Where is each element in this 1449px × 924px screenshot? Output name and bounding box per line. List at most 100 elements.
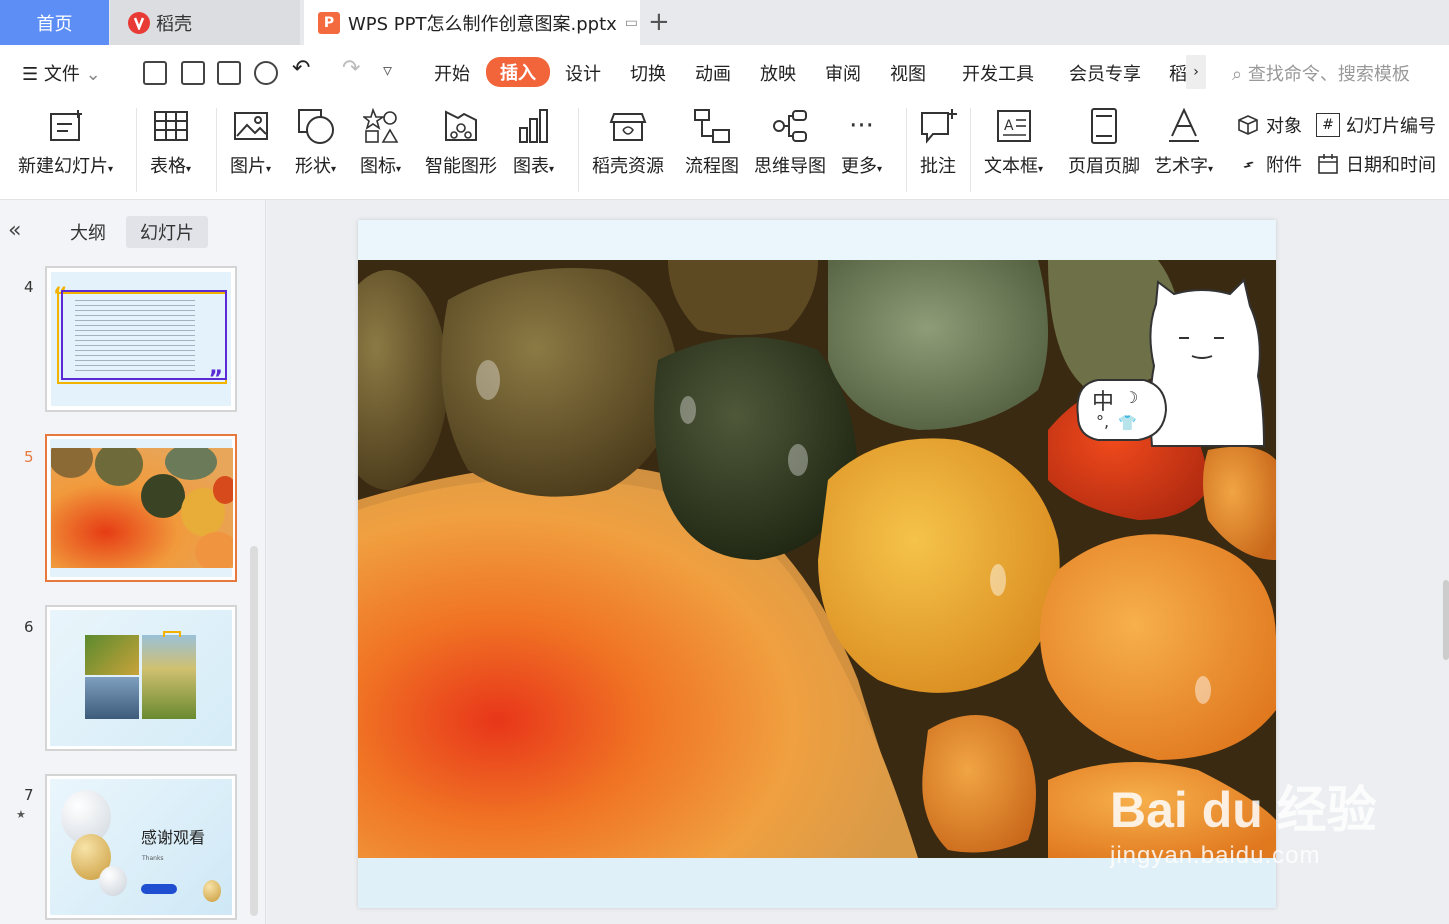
- new-slide-icon: [46, 106, 86, 146]
- picture-button[interactable]: 图片▾: [230, 106, 271, 178]
- slide-thumbnail-7[interactable]: 感谢观看 Thanks: [45, 774, 237, 920]
- slide-7-subtitle: Thanks: [142, 855, 164, 862]
- file-menu-label: 文件: [43, 64, 80, 85]
- ppt-file-icon: P: [318, 11, 340, 34]
- tab-home[interactable]: 首页: [0, 0, 109, 45]
- svg-text:A: A: [1004, 118, 1014, 134]
- icons-icon: [361, 106, 401, 146]
- slide-7-balloon-small: [99, 866, 127, 896]
- new-slide-button[interactable]: 新建幻灯片▾: [18, 106, 113, 178]
- slide-7-title: 感谢观看: [141, 828, 206, 847]
- header-footer-button[interactable]: 页眉页脚: [1068, 106, 1140, 178]
- paperclip-icon: ⌁: [1235, 151, 1261, 177]
- smart-graphic-label: 智能图形: [425, 156, 497, 177]
- shape-icon: [296, 106, 336, 146]
- cube-icon: [1236, 113, 1260, 137]
- add-tab-button[interactable]: +: [648, 8, 670, 36]
- tab-document[interactable]: P WPS PPT怎么制作创意图案.pptx ▭: [304, 0, 640, 45]
- date-time-button[interactable]: 日期和时间: [1316, 151, 1436, 177]
- flowchart-icon: [692, 106, 732, 146]
- menu-member[interactable]: 会员专享: [1069, 60, 1141, 86]
- tab-daoke[interactable]: 稻壳: [110, 0, 300, 45]
- table-button[interactable]: 表格▾: [150, 106, 191, 178]
- print-icon[interactable]: [217, 61, 241, 85]
- picture-label: 图片: [230, 156, 266, 177]
- cat-sticker[interactable]: 中 °, ☽ 👕: [1074, 276, 1274, 450]
- wordart-button[interactable]: 艺术字▾: [1154, 106, 1213, 178]
- slide-6-bg: [50, 610, 232, 746]
- icon-button[interactable]: 图标▾: [360, 106, 401, 178]
- textbox-button[interactable]: A 文本框▾: [984, 106, 1043, 178]
- tab-slides[interactable]: 幻灯片: [126, 216, 208, 248]
- table-icon: [151, 106, 191, 146]
- save-icon[interactable]: [143, 61, 167, 85]
- menu-developer[interactable]: 开发工具: [962, 60, 1034, 86]
- menu-slideshow[interactable]: 放映: [760, 60, 796, 86]
- slide-number-label: 幻灯片编号: [1346, 116, 1436, 137]
- smart-graphic-icon: [441, 106, 481, 146]
- canvas-scrollbar[interactable]: [1443, 580, 1449, 660]
- panel-scrollbar[interactable]: [250, 546, 258, 916]
- textbox-icon: A: [994, 106, 1034, 146]
- wordart-label: 艺术字: [1154, 156, 1208, 177]
- search-command[interactable]: ⌕ 查找命令、搜索模板: [1232, 60, 1410, 86]
- slide-thumbnail-4[interactable]: “ ”: [45, 266, 237, 412]
- mindmap-icon: [770, 106, 810, 146]
- more-button[interactable]: ··· 更多▾: [841, 106, 882, 178]
- slide-thumbnail-5[interactable]: [45, 434, 237, 582]
- slide-4-text-lines: [75, 300, 195, 372]
- divider: [970, 108, 971, 192]
- comment-label: 批注: [920, 156, 956, 177]
- icon-label: 图标: [360, 156, 396, 177]
- slide-6-photo-water: [85, 677, 139, 719]
- mindmap-button[interactable]: 思维导图: [754, 106, 826, 178]
- menu-insert[interactable]: 插入: [486, 57, 550, 87]
- tab-outline[interactable]: 大纲: [56, 216, 120, 248]
- chevron-down-icon: ⌄: [85, 64, 101, 85]
- more-quick-access-icon[interactable]: ▿: [383, 60, 392, 81]
- menu-design[interactable]: 设计: [565, 60, 601, 86]
- slide-number: 4: [24, 278, 34, 296]
- daoke-resources-button[interactable]: 稻壳资源: [592, 106, 664, 178]
- divider: [906, 108, 907, 192]
- baidu-logo-text: Bai du 经验: [1110, 782, 1377, 838]
- undo-icon[interactable]: ↶: [292, 56, 310, 81]
- quote-close-icon: ”: [208, 367, 223, 392]
- animation-star-icon: ★: [16, 808, 26, 821]
- sticker-subtext: °,: [1096, 412, 1110, 431]
- slide-thumbnail-6[interactable]: [45, 605, 237, 751]
- double-chevron-left-icon[interactable]: «: [8, 218, 21, 243]
- shape-button[interactable]: 形状▾: [295, 106, 336, 178]
- export-icon[interactable]: [181, 61, 205, 85]
- menu-transition[interactable]: 切换: [630, 60, 666, 86]
- table-label: 表格: [150, 156, 186, 177]
- header-footer-label: 页眉页脚: [1068, 156, 1140, 177]
- file-menu[interactable]: ☰ 文件 ⌄: [22, 60, 101, 86]
- smart-graphic-button[interactable]: 智能图形: [425, 106, 497, 178]
- divider: [578, 108, 579, 192]
- slide-7-balloon-right: [203, 880, 221, 902]
- tab-bar: 首页 稻壳 P WPS PPT怎么制作创意图案.pptx ▭ +: [0, 0, 1449, 45]
- menu-start[interactable]: 开始: [434, 60, 470, 86]
- menu-animation[interactable]: 动画: [695, 60, 731, 86]
- chart-button[interactable]: 图表▾: [513, 106, 554, 178]
- menu-daoke[interactable]: 稻: [1169, 60, 1187, 86]
- menu-review[interactable]: 审阅: [825, 60, 861, 86]
- menu-view[interactable]: 视图: [890, 60, 926, 86]
- tab-document-label: WPS PPT怎么制作创意图案.pptx: [348, 13, 617, 35]
- preview-icon[interactable]: [254, 61, 278, 85]
- flowchart-label: 流程图: [685, 156, 739, 177]
- slide-number-button[interactable]: # 幻灯片编号: [1316, 112, 1436, 138]
- screen-icon[interactable]: ▭: [625, 15, 638, 31]
- attachment-button[interactable]: ⌁ 附件: [1235, 151, 1302, 177]
- header-footer-icon: [1084, 106, 1124, 146]
- chevron-right-icon[interactable]: ›: [1186, 55, 1206, 89]
- comment-button[interactable]: 批注: [918, 106, 958, 178]
- object-button[interactable]: 对象: [1236, 112, 1302, 138]
- attachment-label: 附件: [1266, 155, 1302, 176]
- shirt-icon: 👕: [1118, 414, 1137, 432]
- moon-icon: ☽: [1124, 388, 1139, 407]
- redo-icon[interactable]: ↷: [342, 56, 360, 81]
- flowchart-button[interactable]: 流程图: [685, 106, 739, 178]
- mindmap-label: 思维导图: [754, 156, 826, 177]
